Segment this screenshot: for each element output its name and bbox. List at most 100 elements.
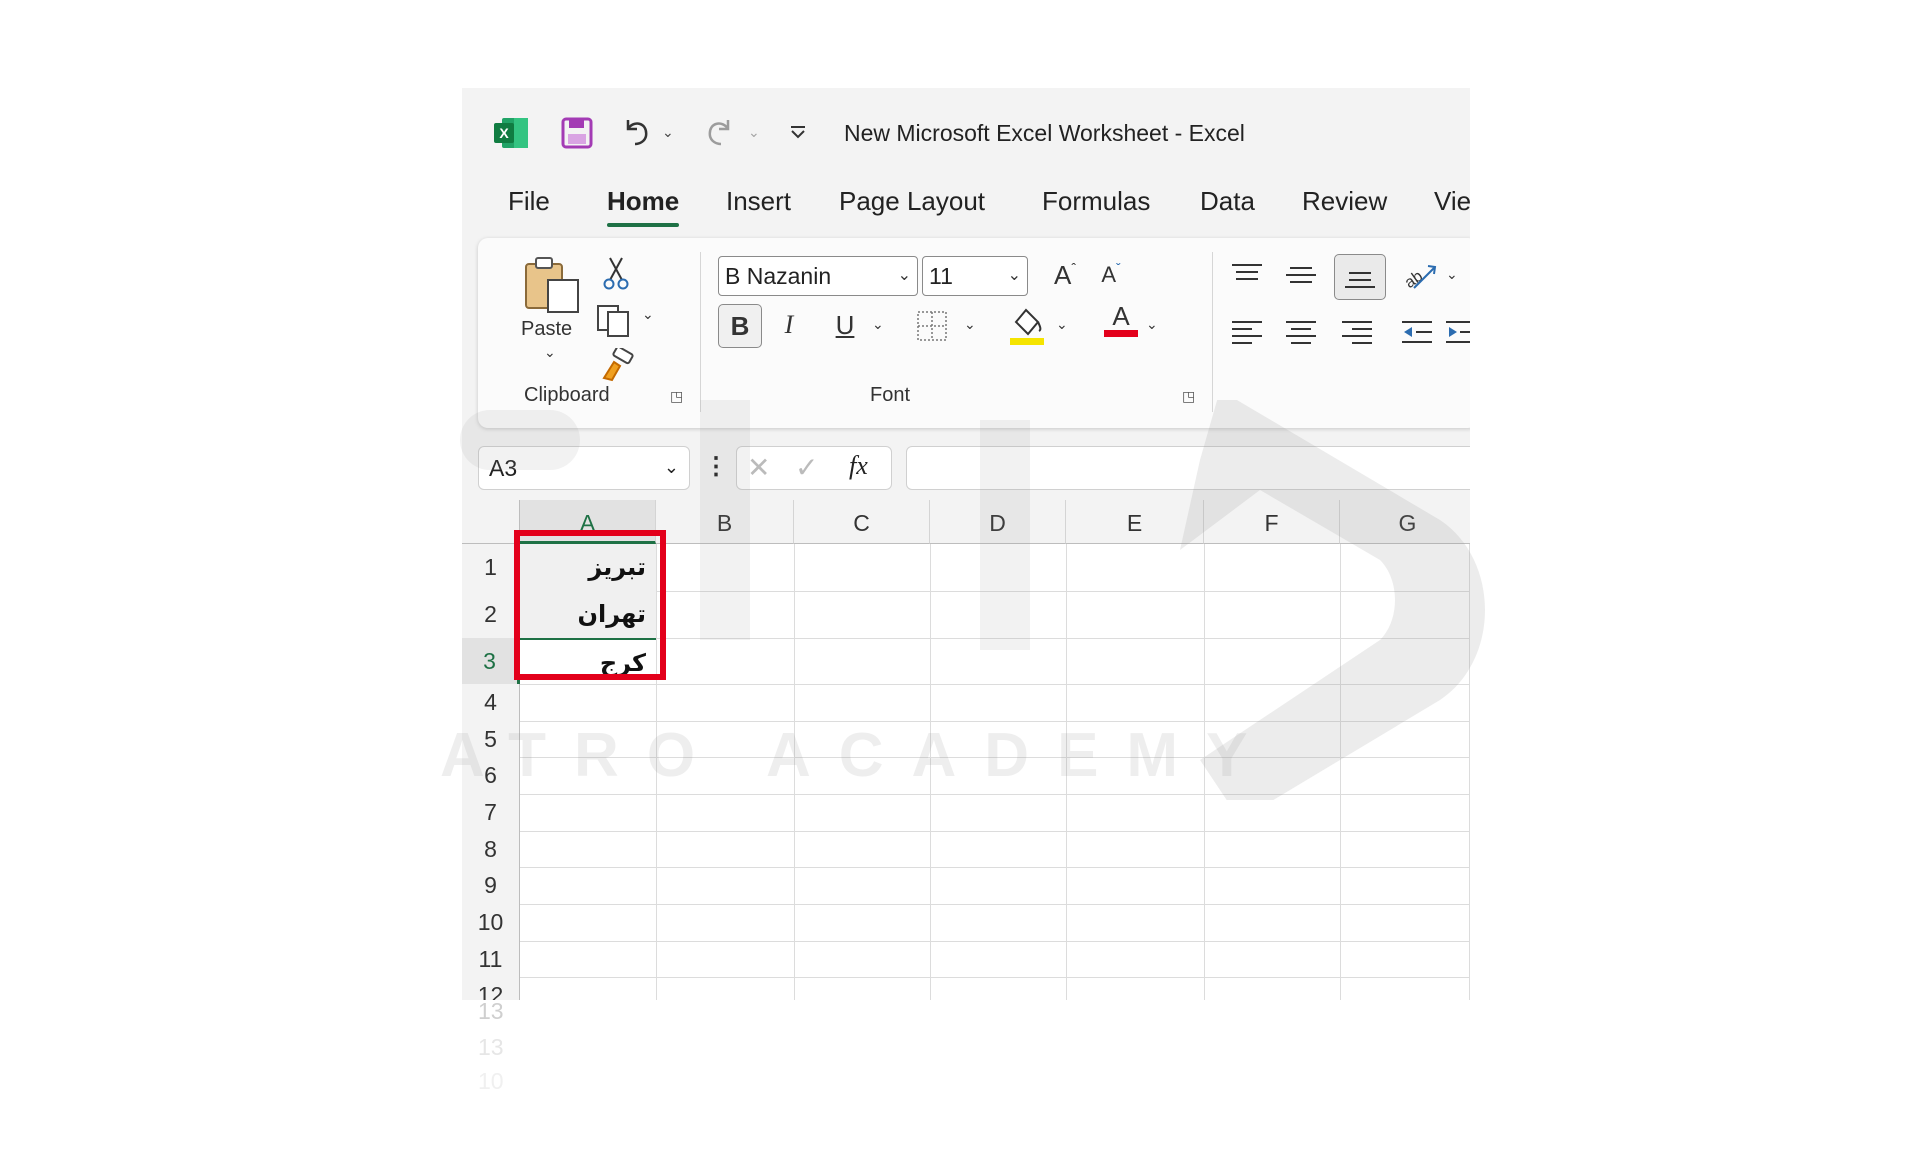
italic-button[interactable]: I	[768, 304, 810, 346]
tab-view[interactable]: Vie	[1434, 186, 1470, 217]
fill-color-swatch	[1010, 338, 1044, 345]
font-name-select[interactable]: B Nazanin ⌄	[718, 256, 918, 296]
font-color-icon: A	[1112, 300, 1130, 331]
faded-row-label: 13	[478, 1034, 504, 1060]
align-left-icon[interactable]	[1230, 318, 1264, 346]
gridline	[1469, 544, 1470, 1000]
chevron-down-icon: ⌄	[897, 267, 911, 284]
gridline	[520, 867, 1470, 868]
column-header-d[interactable]: D	[930, 500, 1066, 544]
enter-icon[interactable]: ✓	[795, 451, 818, 484]
gridline	[520, 977, 1470, 978]
name-box[interactable]: A3 ⌄	[478, 446, 690, 490]
gridline	[1340, 544, 1341, 1000]
align-middle-icon[interactable]	[1284, 262, 1318, 290]
font-name-value: B Nazanin	[725, 263, 832, 289]
excel-window: X ⌄ ⌄ New Microsoft Excel Worksheet - Ex…	[462, 88, 1470, 1000]
fill-color-icon[interactable]	[1008, 304, 1046, 346]
decrease-indent-icon[interactable]	[1400, 318, 1434, 346]
faded-row-label: 13	[478, 998, 504, 1024]
select-all-corner[interactable]	[462, 500, 520, 544]
underline-dropdown-icon[interactable]: ⌄	[872, 316, 884, 333]
column-header-e[interactable]: E	[1066, 500, 1204, 544]
save-icon[interactable]	[560, 116, 594, 150]
chevron-down-icon: ⌄	[1007, 267, 1021, 284]
column-header-g[interactable]: G	[1340, 500, 1470, 544]
bold-button[interactable]: B	[718, 304, 762, 348]
row-header-10[interactable]: 10	[462, 904, 520, 941]
row-header-9[interactable]: 9	[462, 867, 520, 904]
svg-text:X: X	[499, 125, 509, 141]
borders-dropdown-icon[interactable]: ⌄	[964, 316, 976, 333]
paste-icon[interactable]	[522, 256, 584, 314]
borders-icon[interactable]	[916, 310, 948, 342]
tab-file[interactable]: File	[508, 186, 550, 217]
cut-icon[interactable]	[602, 256, 630, 290]
align-right-icon[interactable]	[1340, 318, 1374, 346]
grow-font-button[interactable]: Aˆ	[1044, 254, 1086, 296]
row-header-7[interactable]: 7	[462, 794, 520, 831]
tab-page-layout[interactable]: Page Layout	[839, 186, 985, 217]
formula-input[interactable]	[906, 446, 1470, 490]
undo-dropdown-icon[interactable]: ⌄	[662, 124, 674, 141]
row-header-4[interactable]: 4	[462, 684, 520, 721]
divider	[1212, 252, 1213, 412]
highlight-box	[514, 530, 666, 680]
align-bottom-button[interactable]	[1334, 254, 1386, 300]
row-header-2[interactable]: 2	[462, 591, 520, 638]
faded-row-numbers: 13 13 10	[462, 998, 532, 1166]
align-top-icon[interactable]	[1230, 262, 1264, 290]
font-size-select[interactable]: 11 ⌄	[922, 256, 1028, 296]
font-launcher-icon[interactable]: ◳	[1182, 388, 1195, 405]
gridline	[520, 831, 1470, 832]
align-center-icon[interactable]	[1284, 318, 1318, 346]
tab-formulas[interactable]: Formulas	[1042, 186, 1150, 217]
format-painter-icon[interactable]	[600, 348, 636, 382]
more-options-icon[interactable]: ⋮	[704, 452, 728, 481]
increase-indent-icon[interactable]	[1444, 318, 1470, 346]
font-color-dropdown-icon[interactable]: ⌄	[1146, 316, 1158, 333]
gridline	[520, 904, 1470, 905]
chevron-down-icon: ⌄	[663, 457, 679, 477]
divider	[700, 252, 701, 412]
undo-icon[interactable]	[620, 114, 654, 148]
cancel-icon[interactable]: ✕	[747, 451, 770, 484]
redo-dropdown-icon[interactable]: ⌄	[748, 124, 760, 141]
orientation-icon[interactable]: ab	[1400, 258, 1440, 292]
tab-data[interactable]: Data	[1200, 186, 1255, 217]
column-header-b[interactable]: B	[656, 500, 794, 544]
redo-icon[interactable]	[702, 114, 736, 148]
orientation-dropdown-icon[interactable]: ⌄	[1446, 266, 1458, 283]
font-color-button[interactable]: A	[1100, 298, 1142, 340]
fill-color-dropdown-icon[interactable]: ⌄	[1056, 316, 1068, 333]
paste-label[interactable]: Paste	[521, 318, 572, 341]
window-title: New Microsoft Excel Worksheet - Excel	[844, 120, 1245, 146]
watermark-text: ATRO ACADEMY	[440, 721, 1276, 790]
copy-icon[interactable]	[596, 304, 634, 338]
faded-row-label: 10	[478, 1068, 504, 1094]
column-header-f[interactable]: F	[1204, 500, 1340, 544]
clipboard-launcher-icon[interactable]: ◳	[670, 388, 683, 405]
formula-buttons: ✕ ✓ fx	[736, 446, 892, 490]
paste-dropdown-icon[interactable]: ⌄	[544, 344, 556, 361]
row-header-12[interactable]: 12	[462, 977, 520, 1000]
title-bar: X ⌄ ⌄ New Microsoft Excel Worksheet - Ex…	[462, 88, 1470, 160]
row-header-3[interactable]: 3	[462, 638, 520, 684]
row-header-11[interactable]: 11	[462, 941, 520, 977]
font-color-swatch	[1104, 329, 1138, 337]
insert-function-icon[interactable]: fx	[849, 451, 868, 481]
customize-qat-icon[interactable]	[788, 122, 808, 142]
gridline	[520, 941, 1470, 942]
underline-button[interactable]: U	[824, 304, 866, 346]
column-header-c[interactable]: C	[794, 500, 930, 544]
row-header-1[interactable]: 1	[462, 544, 520, 591]
shrink-font-button[interactable]: Aˇ	[1090, 254, 1132, 296]
gridline	[520, 794, 1470, 795]
tab-insert[interactable]: Insert	[726, 186, 791, 217]
copy-dropdown-icon[interactable]: ⌄	[642, 306, 654, 323]
caret-up-icon: ˆ	[1071, 260, 1076, 276]
tab-review[interactable]: Review	[1302, 186, 1387, 217]
row-header-8[interactable]: 8	[462, 831, 520, 867]
tab-home[interactable]: Home	[607, 186, 680, 227]
ribbon-home: Paste ⌄ ⌄ Clipboard ◳ B Nazanin ⌄ 11 ⌄ A…	[478, 238, 1470, 428]
